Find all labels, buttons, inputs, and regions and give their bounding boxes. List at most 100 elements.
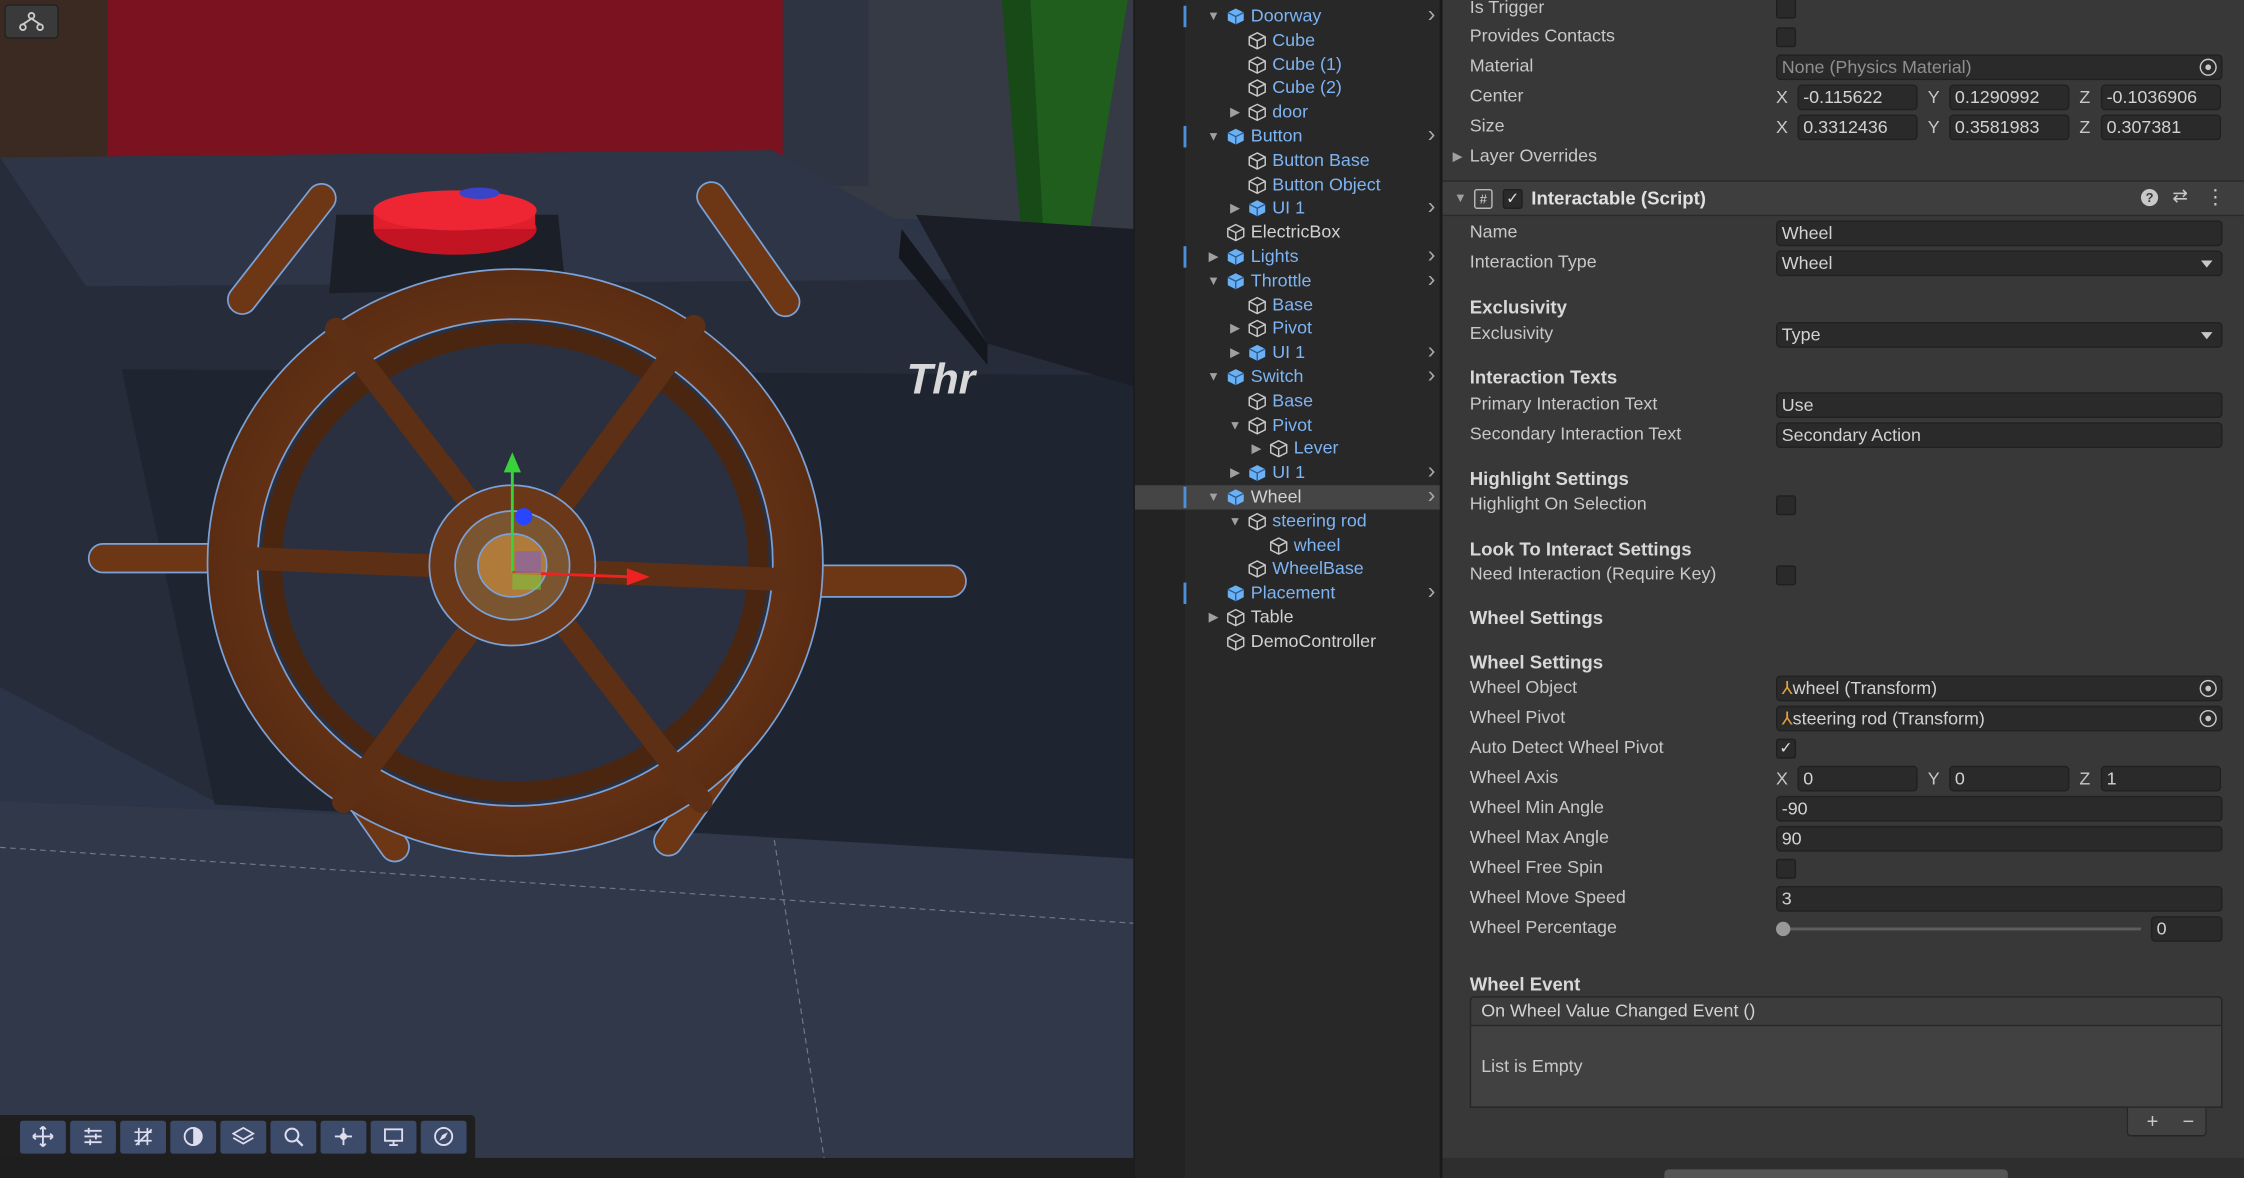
open-prefab-chevron-icon[interactable]: › [1428, 581, 1436, 604]
open-prefab-chevron-icon[interactable]: › [1428, 341, 1436, 364]
presets-icon[interactable]: ⇄ [2172, 185, 2188, 208]
open-prefab-chevron-icon[interactable]: › [1428, 461, 1436, 484]
max-angle-field[interactable]: 90 [1776, 826, 2223, 852]
hierarchy-item[interactable]: ▶UI 1› [1135, 461, 1441, 485]
layers-tool-button[interactable] [220, 1120, 266, 1153]
scene-canvas[interactable]: Thr [0, 0, 1133, 1178]
hierarchy-item[interactable]: ▶UI 1› [1135, 197, 1441, 221]
wheel-axis-y-field[interactable]: 0 [1949, 766, 2069, 792]
hierarchy-item[interactable]: ▶UI 1› [1135, 341, 1441, 365]
hierarchy-item[interactable]: WheelBase [1135, 557, 1441, 581]
free-spin-checkbox[interactable] [1776, 859, 1796, 879]
object-picker-icon[interactable] [2200, 59, 2217, 76]
hierarchy-item[interactable]: Button Base [1135, 149, 1441, 173]
highlight-checkbox[interactable] [1776, 495, 1796, 515]
hierarchy-item[interactable]: Cube (2) [1135, 76, 1441, 100]
scene-view[interactable]: Thr [0, 0, 1133, 1178]
open-prefab-chevron-icon[interactable]: › [1428, 245, 1436, 268]
foldout-closed-icon[interactable]: ▶ [1206, 245, 1220, 269]
open-prefab-chevron-icon[interactable]: › [1428, 365, 1436, 388]
hierarchy-item[interactable]: ▼steering rod [1135, 509, 1441, 533]
foldout-closed-icon[interactable]: ▶ [1206, 605, 1220, 629]
foldout-open-icon[interactable]: ▼ [1206, 365, 1220, 389]
add-component-button-edge[interactable] [1664, 1169, 2007, 1178]
scene-gizmo-toggle-button[interactable] [4, 4, 58, 38]
percentage-slider-track[interactable] [1787, 928, 2140, 931]
material-field[interactable]: None (Physics Material) [1776, 54, 2223, 80]
min-angle-field[interactable]: -90 [1776, 796, 2223, 822]
interaction-type-dropdown[interactable]: Wheel [1776, 250, 2223, 276]
center-x-field[interactable]: -0.115622 [1797, 84, 1917, 110]
wheel-axis-x-field[interactable]: 0 [1797, 766, 1917, 792]
provides-contacts-checkbox[interactable] [1776, 27, 1796, 47]
hierarchy-item[interactable]: ▼Wheel› [1135, 485, 1441, 509]
wheel-axis-z-field[interactable]: 1 [2101, 766, 2221, 792]
foldout-open-icon[interactable]: ▼ [1454, 190, 1467, 204]
foldout-closed-icon[interactable]: ▶ [1228, 341, 1242, 365]
exclusivity-dropdown[interactable]: Type [1776, 322, 2223, 348]
open-prefab-chevron-icon[interactable]: › [1428, 485, 1436, 508]
hierarchy-item[interactable]: Base [1135, 389, 1441, 413]
foldout-open-icon[interactable]: ▼ [1228, 509, 1242, 533]
hierarchy-item[interactable]: ▶Lights› [1135, 245, 1441, 269]
hierarchy-item[interactable]: ▶Pivot [1135, 317, 1441, 341]
hierarchy-item[interactable]: ▼Doorway› [1135, 4, 1441, 28]
wheel-object-field[interactable]: ⅄wheel (Transform) [1776, 676, 2223, 702]
component-header[interactable]: ▼ # ✓ Interactable (Script) ? ⇄ ⋮ [1443, 180, 2244, 216]
center-y-field[interactable]: 0.1290992 [1949, 84, 2069, 110]
hierarchy-item[interactable]: Cube (1) [1135, 52, 1441, 76]
need-interaction-checkbox[interactable] [1776, 565, 1796, 585]
primary-text-field[interactable]: Use [1776, 392, 2223, 418]
foldout-closed-icon[interactable]: ▶ [1228, 197, 1242, 221]
move-tool-button[interactable] [20, 1120, 66, 1153]
orbit-tool-button[interactable] [170, 1120, 216, 1153]
foldout-arrow-icon[interactable]: ▶ [1453, 142, 1463, 172]
open-prefab-chevron-icon[interactable]: › [1428, 269, 1436, 292]
zoom-tool-button[interactable] [270, 1120, 316, 1153]
hierarchy-item[interactable]: ElectricBox [1135, 221, 1441, 245]
name-field[interactable]: Wheel [1776, 220, 2223, 246]
hierarchy-item[interactable]: Button Object [1135, 173, 1441, 197]
layer-overrides-row[interactable]: ▶ Layer Overrides [1443, 142, 2244, 172]
foldout-closed-icon[interactable]: ▶ [1228, 461, 1242, 485]
percentage-slider-knob[interactable] [1776, 922, 1790, 936]
hierarchy-item[interactable]: ▶Lever [1135, 437, 1441, 461]
hierarchy-item[interactable]: Placement› [1135, 581, 1441, 605]
compass-tool-button[interactable] [421, 1120, 467, 1153]
foldout-open-icon[interactable]: ▼ [1228, 413, 1242, 437]
foldout-closed-icon[interactable]: ▶ [1228, 317, 1242, 341]
hierarchy-item[interactable]: ▼Switch› [1135, 365, 1441, 389]
snap-tool-button[interactable] [70, 1120, 116, 1153]
object-picker-icon[interactable] [2200, 680, 2217, 697]
grid-tool-button[interactable] [120, 1120, 166, 1153]
center-z-field[interactable]: -0.1036906 [2101, 84, 2221, 110]
foldout-closed-icon[interactable]: ▶ [1228, 100, 1242, 124]
component-enabled-checkbox[interactable]: ✓ [1503, 189, 1523, 209]
pivot-tool-button[interactable] [321, 1120, 367, 1153]
foldout-open-icon[interactable]: ▼ [1206, 4, 1220, 28]
open-prefab-chevron-icon[interactable]: › [1428, 125, 1436, 148]
foldout-closed-icon[interactable]: ▶ [1249, 437, 1263, 461]
size-z-field[interactable]: 0.307381 [2101, 115, 2221, 141]
hierarchy-item[interactable]: ▶door [1135, 100, 1441, 124]
hierarchy-item[interactable]: Base [1135, 293, 1441, 317]
foldout-open-icon[interactable]: ▼ [1206, 125, 1220, 149]
foldout-open-icon[interactable]: ▼ [1206, 485, 1220, 509]
hierarchy-item[interactable]: ▼Pivot [1135, 413, 1441, 437]
hierarchy-item[interactable]: ▼Throttle› [1135, 269, 1441, 293]
is-trigger-checkbox[interactable] [1776, 0, 1796, 19]
foldout-open-icon[interactable]: ▼ [1206, 269, 1220, 293]
help-icon[interactable]: ? [2141, 189, 2158, 206]
hierarchy-item[interactable]: wheel [1135, 533, 1441, 557]
move-speed-field[interactable]: 3 [1776, 886, 2223, 912]
object-picker-icon[interactable] [2200, 710, 2217, 727]
wheel-pivot-field[interactable]: ⅄steering rod (Transform) [1776, 706, 2223, 732]
remove-event-button[interactable]: − [2182, 1108, 2194, 1134]
hierarchy-item[interactable]: Cube [1135, 28, 1441, 52]
hierarchy-item[interactable]: ▶Table [1135, 605, 1441, 629]
hierarchy-item[interactable]: DemoController [1135, 630, 1441, 654]
hierarchy-item[interactable]: ▼Button› [1135, 125, 1441, 149]
open-prefab-chevron-icon[interactable]: › [1428, 4, 1436, 27]
size-y-field[interactable]: 0.3581983 [1949, 115, 2069, 141]
percentage-field[interactable]: 0 [2151, 916, 2223, 942]
